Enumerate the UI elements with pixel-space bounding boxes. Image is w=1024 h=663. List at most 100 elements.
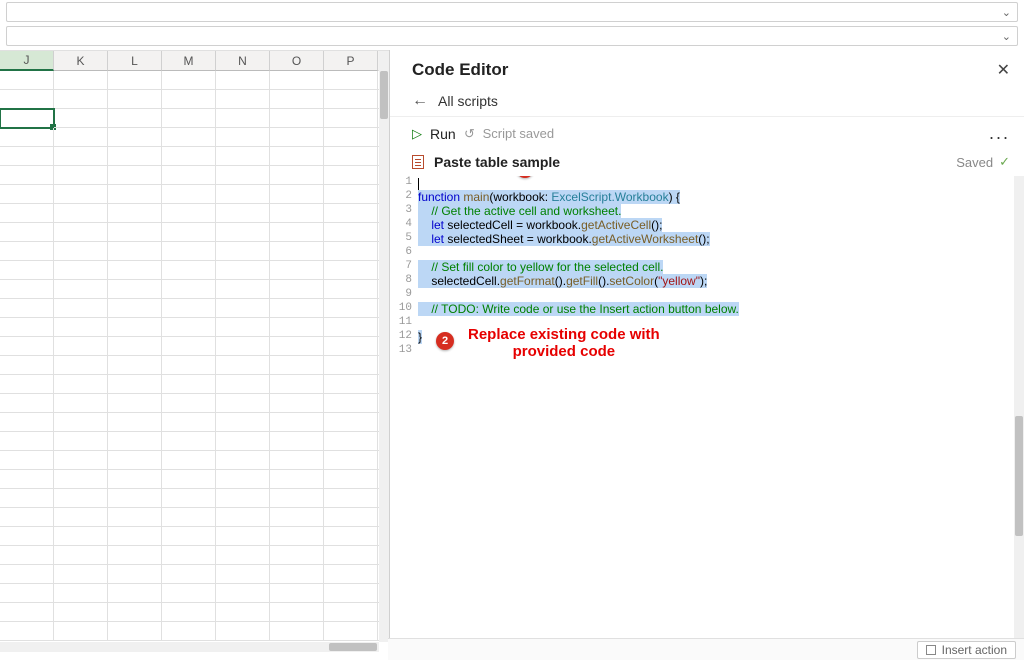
cell[interactable] xyxy=(216,71,270,90)
sheet-vertical-scrollbar[interactable] xyxy=(379,51,389,642)
cell[interactable] xyxy=(324,109,378,128)
cell[interactable] xyxy=(324,261,378,280)
cell[interactable] xyxy=(216,185,270,204)
cell[interactable] xyxy=(270,204,324,223)
code-line[interactable] xyxy=(418,316,1014,330)
cell[interactable] xyxy=(324,337,378,356)
cell[interactable] xyxy=(0,565,54,584)
cell[interactable] xyxy=(324,432,378,451)
cell[interactable] xyxy=(270,432,324,451)
cell[interactable] xyxy=(324,603,378,622)
cell[interactable] xyxy=(0,185,54,204)
cell[interactable] xyxy=(54,337,108,356)
cell[interactable] xyxy=(162,508,216,527)
cell[interactable] xyxy=(0,489,54,508)
cell[interactable] xyxy=(324,128,378,147)
cell[interactable] xyxy=(216,356,270,375)
cell[interactable] xyxy=(54,413,108,432)
code-line[interactable]: let selectedSheet = workbook.getActiveWo… xyxy=(418,232,1014,246)
cell[interactable] xyxy=(324,489,378,508)
cell[interactable] xyxy=(54,565,108,584)
cell[interactable] xyxy=(216,622,270,641)
cell[interactable] xyxy=(216,223,270,242)
insert-action-button[interactable]: Insert action xyxy=(917,641,1016,659)
cell[interactable] xyxy=(324,299,378,318)
cell[interactable] xyxy=(162,71,216,90)
cell[interactable] xyxy=(0,603,54,622)
cell[interactable] xyxy=(324,470,378,489)
cell[interactable] xyxy=(270,185,324,204)
scrollbar-thumb[interactable] xyxy=(1015,416,1023,536)
cell[interactable] xyxy=(270,413,324,432)
cell[interactable] xyxy=(54,432,108,451)
cell[interactable] xyxy=(270,223,324,242)
cell[interactable] xyxy=(162,356,216,375)
cell[interactable] xyxy=(270,622,324,641)
cell[interactable] xyxy=(162,223,216,242)
cell[interactable] xyxy=(54,356,108,375)
cell[interactable] xyxy=(108,280,162,299)
cell[interactable] xyxy=(108,204,162,223)
cell[interactable] xyxy=(162,394,216,413)
cell[interactable] xyxy=(108,242,162,261)
cell[interactable] xyxy=(324,508,378,527)
cell[interactable] xyxy=(108,375,162,394)
cell[interactable] xyxy=(54,622,108,641)
column-header[interactable]: K xyxy=(54,51,108,71)
cell[interactable] xyxy=(162,185,216,204)
cell[interactable] xyxy=(54,375,108,394)
cell[interactable] xyxy=(108,147,162,166)
cell[interactable] xyxy=(324,413,378,432)
cell[interactable] xyxy=(0,375,54,394)
cell[interactable] xyxy=(324,242,378,261)
code-line[interactable]: } xyxy=(418,330,1014,344)
cell[interactable] xyxy=(54,71,108,90)
cell[interactable] xyxy=(54,223,108,242)
cell[interactable] xyxy=(54,261,108,280)
cell[interactable] xyxy=(216,90,270,109)
cell[interactable] xyxy=(270,565,324,584)
code-textarea[interactable]: 12345678910111213 function main(workbook… xyxy=(390,176,1024,660)
cell[interactable] xyxy=(0,432,54,451)
column-header[interactable]: M xyxy=(162,51,216,71)
cell[interactable] xyxy=(216,413,270,432)
column-header[interactable]: O xyxy=(270,51,324,71)
cell[interactable] xyxy=(162,432,216,451)
cell[interactable] xyxy=(162,527,216,546)
cell[interactable] xyxy=(270,470,324,489)
cell[interactable] xyxy=(324,527,378,546)
cell[interactable] xyxy=(0,147,54,166)
cell[interactable] xyxy=(54,527,108,546)
cell[interactable] xyxy=(216,128,270,147)
cell[interactable] xyxy=(216,527,270,546)
cell[interactable] xyxy=(270,508,324,527)
cell[interactable] xyxy=(0,413,54,432)
cell[interactable] xyxy=(270,489,324,508)
cell[interactable] xyxy=(108,299,162,318)
cell[interactable] xyxy=(54,470,108,489)
cell[interactable] xyxy=(216,318,270,337)
cell[interactable] xyxy=(0,337,54,356)
column-header[interactable]: L xyxy=(108,51,162,71)
ribbon-collapsed-2[interactable]: ⌄ xyxy=(6,26,1018,46)
play-icon[interactable]: ▷ xyxy=(412,126,422,142)
cell[interactable] xyxy=(324,394,378,413)
cell[interactable] xyxy=(216,394,270,413)
cell[interactable] xyxy=(0,128,54,147)
cell[interactable] xyxy=(324,375,378,394)
code-line[interactable]: // TODO: Write code or use the Insert ac… xyxy=(418,302,1014,316)
cell[interactable] xyxy=(324,185,378,204)
cell[interactable] xyxy=(162,451,216,470)
cell[interactable] xyxy=(108,394,162,413)
column-header[interactable]: N xyxy=(216,51,270,71)
sheet-horizontal-scrollbar[interactable] xyxy=(0,642,379,652)
cell[interactable] xyxy=(54,489,108,508)
cell[interactable] xyxy=(0,280,54,299)
cell[interactable] xyxy=(162,603,216,622)
cell[interactable] xyxy=(0,204,54,223)
spreadsheet[interactable]: JKLMNOP xyxy=(0,50,389,660)
script-name[interactable]: Paste table sample xyxy=(434,154,560,170)
cell[interactable] xyxy=(108,166,162,185)
cell[interactable] xyxy=(0,622,54,641)
cell[interactable] xyxy=(0,546,54,565)
